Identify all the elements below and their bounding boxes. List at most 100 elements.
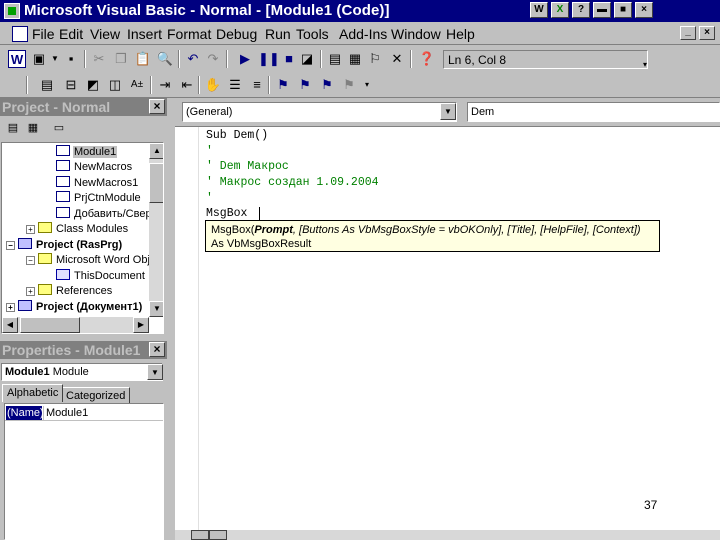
tree-item-newmacros1[interactable]: NewMacros1 (56, 176, 139, 191)
outdent-icon[interactable]: ⇤ (178, 76, 196, 94)
project-tree-hscroll[interactable]: ◀ ▶ (2, 317, 149, 333)
tab-alphabetic[interactable]: Alphabetic (2, 384, 64, 402)
design-mode-icon[interactable]: ◪ (298, 50, 316, 68)
tree-item-word-objects[interactable]: − Microsoft Word Obj (26, 253, 151, 268)
menu-tools[interactable]: Tools (296, 26, 329, 42)
toolbox-icon[interactable]: ✕ (388, 50, 406, 68)
project-panel-close-button[interactable]: × (149, 99, 165, 114)
view-word-icon[interactable]: W (8, 50, 26, 68)
scroll-down-icon[interactable]: ▼ (149, 301, 163, 317)
edit-toolbar: ▤ ⊟ ◩ ◫ A± ⇥ ⇤ ✋ ☰ ≡ ⚑ ⚑ ⚑ ⚑ ▾ (0, 72, 720, 98)
module-menu-icon[interactable] (12, 26, 28, 42)
menu-file[interactable]: File (32, 26, 55, 42)
tab-categorized[interactable]: Categorized (62, 387, 131, 403)
copy-icon[interactable]: ❐ (112, 50, 130, 68)
redo-icon[interactable]: ↷ (204, 50, 222, 68)
previous-bookmark-icon[interactable]: ⚑ (318, 76, 336, 94)
list-properties-icon[interactable]: ▤ (38, 76, 56, 94)
menu-bar: File Edit View Insert Format Debug Run T… (0, 23, 720, 45)
full-module-view-button[interactable] (209, 530, 227, 540)
splitter[interactable] (167, 98, 175, 540)
tree-item-add-collapse[interactable]: Добавить/Сверн (56, 207, 159, 222)
margin-indicator-bar[interactable] (175, 127, 199, 531)
project-explorer-icon[interactable]: ▤ (326, 50, 344, 68)
word-icon[interactable]: W (530, 2, 548, 18)
menu-format[interactable]: Format (167, 26, 211, 42)
close-doc-button[interactable]: × (699, 26, 715, 40)
save-icon[interactable]: ■ (614, 2, 632, 18)
minimize-doc-button[interactable]: _ (680, 26, 696, 40)
help-icon[interactable]: ? (572, 2, 590, 18)
menu-debug[interactable]: Debug (216, 26, 257, 42)
tree-item-project-document1[interactable]: + Project (Документ1) (6, 300, 143, 315)
comment-block-icon[interactable]: ☰ (226, 76, 244, 94)
undo-icon[interactable]: ↶ (184, 50, 202, 68)
hscroll-thumb[interactable] (20, 317, 80, 333)
project-tree-vscroll[interactable]: ▲ ▼ (149, 143, 163, 317)
quick-info-icon[interactable]: ◩ (84, 76, 102, 94)
find-icon[interactable]: 🔍 (156, 50, 174, 68)
tooltip-return-type: As VbMsgBoxResult (211, 238, 312, 250)
object-combo-dropdown-icon[interactable]: ▼ (440, 103, 456, 120)
clear-bookmarks-icon[interactable]: ⚑ (340, 76, 358, 94)
code-hscroll[interactable] (175, 530, 720, 540)
tree-item-references[interactable]: + References (26, 284, 113, 299)
paste-icon[interactable]: 📋 (134, 50, 152, 68)
run-icon[interactable]: ▶ (236, 50, 254, 68)
view-object-icon[interactable]: ▦ (24, 119, 42, 137)
menu-view[interactable]: View (90, 26, 120, 42)
properties-object-combo[interactable]: Module1 Module (1, 363, 163, 381)
tree-item-project-rasprg[interactable]: − Project (RasPrg) (6, 238, 123, 253)
collapse-icon[interactable]: − (26, 256, 35, 265)
expand-icon[interactable]: + (26, 225, 35, 234)
tree-item-module1[interactable]: Module1 (56, 145, 118, 160)
parameter-info-icon[interactable]: ◫ (106, 76, 124, 94)
scroll-right-icon[interactable]: ▶ (133, 317, 149, 333)
procedure-view-button[interactable] (191, 530, 209, 540)
expand-icon[interactable]: + (6, 303, 15, 312)
toggle-bookmark-icon[interactable]: ⚑ (274, 76, 292, 94)
properties-panel-close-button[interactable]: × (149, 342, 165, 357)
collapse-icon[interactable]: − (6, 241, 15, 250)
close-icon[interactable]: × (635, 2, 653, 18)
menu-help[interactable]: Help (446, 26, 475, 42)
help-icon[interactable]: ❓ (418, 50, 436, 68)
indent-icon[interactable]: ⇥ (156, 76, 174, 94)
text-cursor (259, 207, 260, 221)
object-combo[interactable]: (General) (182, 102, 457, 122)
next-bookmark-icon[interactable]: ⚑ (296, 76, 314, 94)
procedure-combo[interactable]: Dem (467, 102, 720, 122)
tree-item-newmacros[interactable]: NewMacros (56, 160, 133, 175)
scroll-thumb[interactable] (149, 163, 163, 203)
property-row[interactable]: (Name) Module1 (5, 406, 163, 421)
screen-icon[interactable]: ▬ (593, 2, 611, 18)
list-constants-icon[interactable]: ⊟ (62, 76, 80, 94)
menu-insert[interactable]: Insert (127, 26, 162, 42)
excel-icon[interactable]: X (551, 2, 569, 18)
vba-app-icon[interactable] (4, 3, 20, 19)
tree-item-class-modules[interactable]: + Class Modules (26, 222, 129, 237)
object-browser-icon[interactable]: ⚐ (366, 50, 384, 68)
tree-item-thisdocument[interactable]: ThisDocument (56, 269, 146, 284)
edit-toolbar-options-icon[interactable]: ▾ (358, 76, 376, 94)
scroll-left-icon[interactable]: ◀ (2, 317, 18, 333)
toggle-folders-icon[interactable]: ▭ (50, 119, 68, 137)
tree-item-prjctnmodule[interactable]: PrjCtnModule (56, 191, 142, 206)
cut-icon[interactable]: ✂ (90, 50, 108, 68)
menu-add-ins[interactable]: Add-Ins (339, 26, 387, 42)
menu-window[interactable]: Window (391, 26, 441, 42)
scroll-up-icon[interactable]: ▲ (149, 143, 163, 159)
break-icon[interactable]: ❚❚ (258, 50, 280, 68)
uncomment-block-icon[interactable]: ≡ (248, 76, 266, 94)
complete-word-icon[interactable]: A± (128, 76, 146, 94)
toggle-breakpoint-icon[interactable]: ✋ (204, 76, 222, 94)
property-value[interactable]: Module1 (43, 406, 88, 420)
properties-window-icon[interactable]: ▦ (346, 50, 364, 68)
menu-edit[interactable]: Edit (59, 26, 83, 42)
expand-icon[interactable]: + (26, 287, 35, 296)
reset-icon[interactable]: ■ (280, 50, 298, 68)
save-icon[interactable]: ▪ (62, 50, 80, 68)
menu-run[interactable]: Run (265, 26, 291, 42)
object-combo-dropdown-icon[interactable]: ▼ (147, 364, 163, 380)
view-code-icon[interactable]: ▤ (4, 119, 22, 137)
